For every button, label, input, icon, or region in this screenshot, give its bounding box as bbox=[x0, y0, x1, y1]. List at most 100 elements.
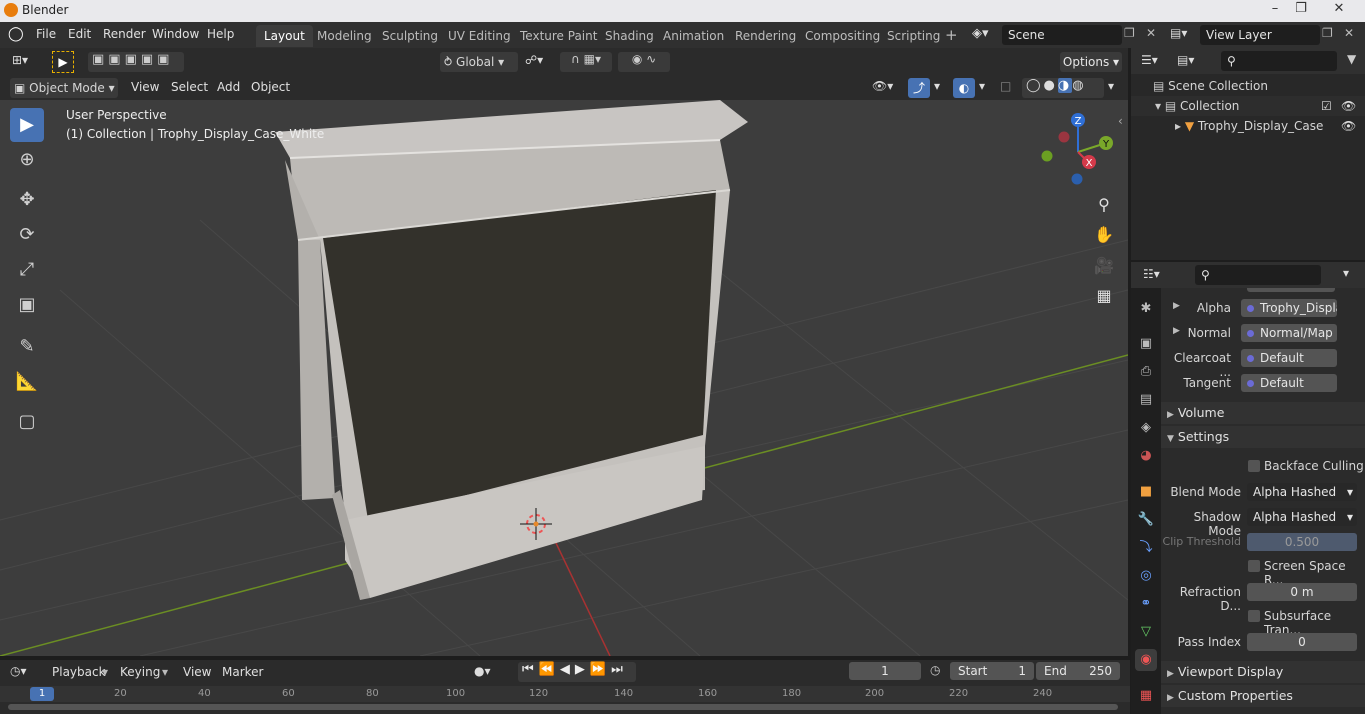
current-frame-field[interactable]: 1 bbox=[849, 662, 921, 680]
overlays-toggle-icon[interactable]: ◐ bbox=[953, 78, 975, 98]
gizmo-toggle-icon[interactable]: ⤴ bbox=[908, 78, 930, 98]
clip-threshold-slider[interactable]: 0.500 bbox=[1247, 533, 1357, 551]
mode-dropdown[interactable]: ▣ Object Mode ▾ bbox=[10, 78, 118, 98]
shading-mode-icons[interactable]: ◯●◑◍ bbox=[1022, 78, 1104, 98]
end-frame-field[interactable]: End 250 bbox=[1036, 662, 1120, 680]
options-dropdown[interactable]: Options ▾ bbox=[1060, 52, 1122, 72]
menu-add[interactable]: Add bbox=[217, 80, 240, 94]
timeline-editor-type-icon[interactable]: ◷▾ bbox=[10, 664, 27, 678]
volume-panel-header[interactable]: ▶ Volume bbox=[1161, 402, 1365, 424]
properties-search-input[interactable]: ⚲ bbox=[1195, 265, 1321, 285]
scene-tab-icon[interactable]: ◈ bbox=[1135, 417, 1157, 439]
tab-modeling[interactable]: Modeling bbox=[309, 25, 380, 47]
chevron-down-icon[interactable]: ▾ bbox=[1108, 79, 1114, 93]
shadow-mode-dropdown[interactable]: Alpha Hashed ▾ bbox=[1247, 508, 1357, 526]
view-layer-field[interactable]: View Layer bbox=[1200, 25, 1320, 45]
select-box-icon[interactable]: ▶ bbox=[52, 51, 74, 73]
screen-space-refraction-checkbox[interactable] bbox=[1248, 560, 1260, 572]
tangent-input[interactable]: Default bbox=[1241, 374, 1337, 392]
modifier-tab-icon[interactable]: 🔧 bbox=[1135, 509, 1157, 531]
camera-view-icon[interactable]: 🎥 bbox=[1091, 253, 1117, 279]
data-tab-icon[interactable]: ▽ bbox=[1135, 621, 1157, 643]
new-view-layer-icon[interactable]: ❐ bbox=[1322, 26, 1333, 40]
viewport-display-panel-header[interactable]: ▶ Viewport Display bbox=[1161, 661, 1365, 683]
clearcoat-input[interactable]: Default bbox=[1241, 349, 1337, 367]
tab-animation[interactable]: Animation bbox=[655, 25, 732, 47]
tab-rendering[interactable]: Rendering bbox=[727, 25, 804, 47]
menu-edit[interactable]: Edit bbox=[68, 27, 91, 41]
selection-mode-icons[interactable]: ▣▣▣▣▣ bbox=[88, 52, 184, 72]
settings-panel-header[interactable]: ▼ Settings bbox=[1161, 426, 1365, 448]
scene-icon[interactable]: ◈▾ bbox=[972, 26, 1000, 46]
transform-tool-icon[interactable]: ▣ bbox=[10, 288, 44, 322]
close-icon[interactable]: ✕ bbox=[1326, 0, 1352, 20]
menu-file[interactable]: File bbox=[36, 27, 56, 41]
delete-view-layer-icon[interactable]: ✕ bbox=[1344, 26, 1354, 40]
start-frame-field[interactable]: Start 1 bbox=[950, 662, 1034, 680]
annotate-tool-icon[interactable]: ✎ bbox=[10, 330, 44, 364]
menu-render[interactable]: Render bbox=[103, 27, 146, 41]
render-tab-icon[interactable]: ▣ bbox=[1135, 333, 1157, 355]
normal-input[interactable]: Normal/Map bbox=[1241, 324, 1337, 342]
scale-tool-icon[interactable]: ⤢ bbox=[10, 253, 44, 287]
playback-controls[interactable]: ⏮⏪◀▶⏩⏭ bbox=[518, 662, 636, 682]
tab-shading[interactable]: Shading bbox=[597, 25, 662, 47]
constraints-tab-icon[interactable]: ⚭ bbox=[1135, 593, 1157, 615]
tool-tab-icon[interactable]: ✱ bbox=[1135, 298, 1157, 320]
tab-texture-paint[interactable]: Texture Paint bbox=[512, 25, 605, 47]
view-layer-icon[interactable]: ▤▾ bbox=[1170, 26, 1198, 40]
texture-tab-icon[interactable]: ▦ bbox=[1135, 685, 1157, 707]
tab-sculpting[interactable]: Sculpting bbox=[374, 25, 446, 47]
tab-layout[interactable]: Layout bbox=[256, 25, 313, 47]
refraction-depth-field[interactable]: 0 m bbox=[1247, 583, 1357, 601]
menu-marker[interactable]: Marker bbox=[222, 665, 263, 679]
menu-playback[interactable]: Playback bbox=[52, 665, 106, 679]
timeline-scrollbar[interactable] bbox=[8, 704, 1118, 710]
outliner-search-input[interactable]: ⚲ bbox=[1221, 51, 1337, 71]
visibility-icon[interactable]: 👁▾ bbox=[872, 79, 893, 93]
object-tab-icon[interactable]: ■ bbox=[1135, 481, 1157, 503]
rotate-tool-icon[interactable]: ⟳ bbox=[10, 218, 44, 252]
chevron-down-icon[interactable]: ▾ bbox=[934, 79, 940, 93]
tab-compositing[interactable]: Compositing bbox=[797, 25, 888, 47]
custom-properties-panel-header[interactable]: ▶ Custom Properties bbox=[1161, 685, 1365, 707]
particles-tab-icon[interactable]: ⤵ bbox=[1135, 537, 1157, 559]
snap-icon[interactable]: ∩ ▦▾ bbox=[560, 52, 612, 72]
pass-index-field[interactable]: 0 bbox=[1247, 633, 1357, 651]
view-layer-tab-icon[interactable]: ▤ bbox=[1135, 389, 1157, 411]
pivot-point-icon[interactable]: ☍▾ bbox=[525, 53, 543, 67]
transform-orientation-dropdown[interactable]: ⥁ Global ▾ bbox=[440, 52, 518, 72]
expand-icon[interactable]: ▾ bbox=[1155, 99, 1161, 113]
menu-window[interactable]: Window bbox=[152, 27, 199, 41]
proportional-editing-icon[interactable]: ◉ ∿ bbox=[618, 52, 670, 72]
clock-icon[interactable]: ◷ bbox=[930, 663, 940, 677]
expand-icon[interactable]: ▸ bbox=[1175, 119, 1181, 133]
outliner-row-object[interactable]: ▸ ▼ Trophy_Display_Case 👁 bbox=[1131, 116, 1365, 136]
checkbox-icon[interactable]: ☑ bbox=[1321, 96, 1332, 116]
properties-editor-type-icon[interactable]: ☷▾ bbox=[1143, 267, 1160, 281]
outliner-row-collection[interactable]: ▾ ▤ Collection ☑ 👁 bbox=[1131, 96, 1365, 116]
outliner-row-scene-collection[interactable]: ▤ Scene Collection bbox=[1131, 76, 1365, 96]
minimize-icon[interactable]: – bbox=[1262, 0, 1288, 20]
editor-type-icon[interactable]: ⊞▾ bbox=[12, 53, 28, 67]
measure-tool-icon[interactable]: 📐 bbox=[10, 365, 44, 399]
new-scene-icon[interactable]: ❐ bbox=[1124, 26, 1135, 40]
tab-scripting[interactable]: Scripting bbox=[879, 25, 948, 47]
backface-culling-checkbox[interactable] bbox=[1248, 460, 1260, 472]
world-tab-icon[interactable]: ◕ bbox=[1135, 445, 1157, 467]
menu-object[interactable]: Object bbox=[251, 80, 290, 94]
cursor-tool-icon[interactable]: ⊕ bbox=[10, 143, 44, 177]
chevron-down-icon[interactable]: ▾ bbox=[979, 79, 985, 93]
move-tool-icon[interactable]: ✥ bbox=[10, 183, 44, 217]
subsurface-translucency-checkbox[interactable] bbox=[1248, 610, 1260, 622]
perspective-toggle-icon[interactable]: ▦ bbox=[1091, 283, 1117, 309]
xray-icon[interactable]: □ bbox=[1000, 79, 1011, 93]
eye-icon[interactable]: 👁 bbox=[1341, 116, 1356, 136]
outliner-editor-type-icon[interactable]: ☰▾ bbox=[1141, 53, 1158, 67]
alpha-input[interactable]: Trophy_Displa... bbox=[1241, 299, 1337, 317]
menu-keying[interactable]: Keying bbox=[120, 665, 160, 679]
3d-viewport[interactable]: User Perspective (1) Collection | Trophy… bbox=[0, 100, 1128, 656]
filter-icon[interactable]: ▼ bbox=[1347, 52, 1356, 66]
tab-uv-editing[interactable]: UV Editing bbox=[440, 25, 519, 47]
output-tab-icon[interactable]: ⎙ bbox=[1135, 361, 1157, 383]
